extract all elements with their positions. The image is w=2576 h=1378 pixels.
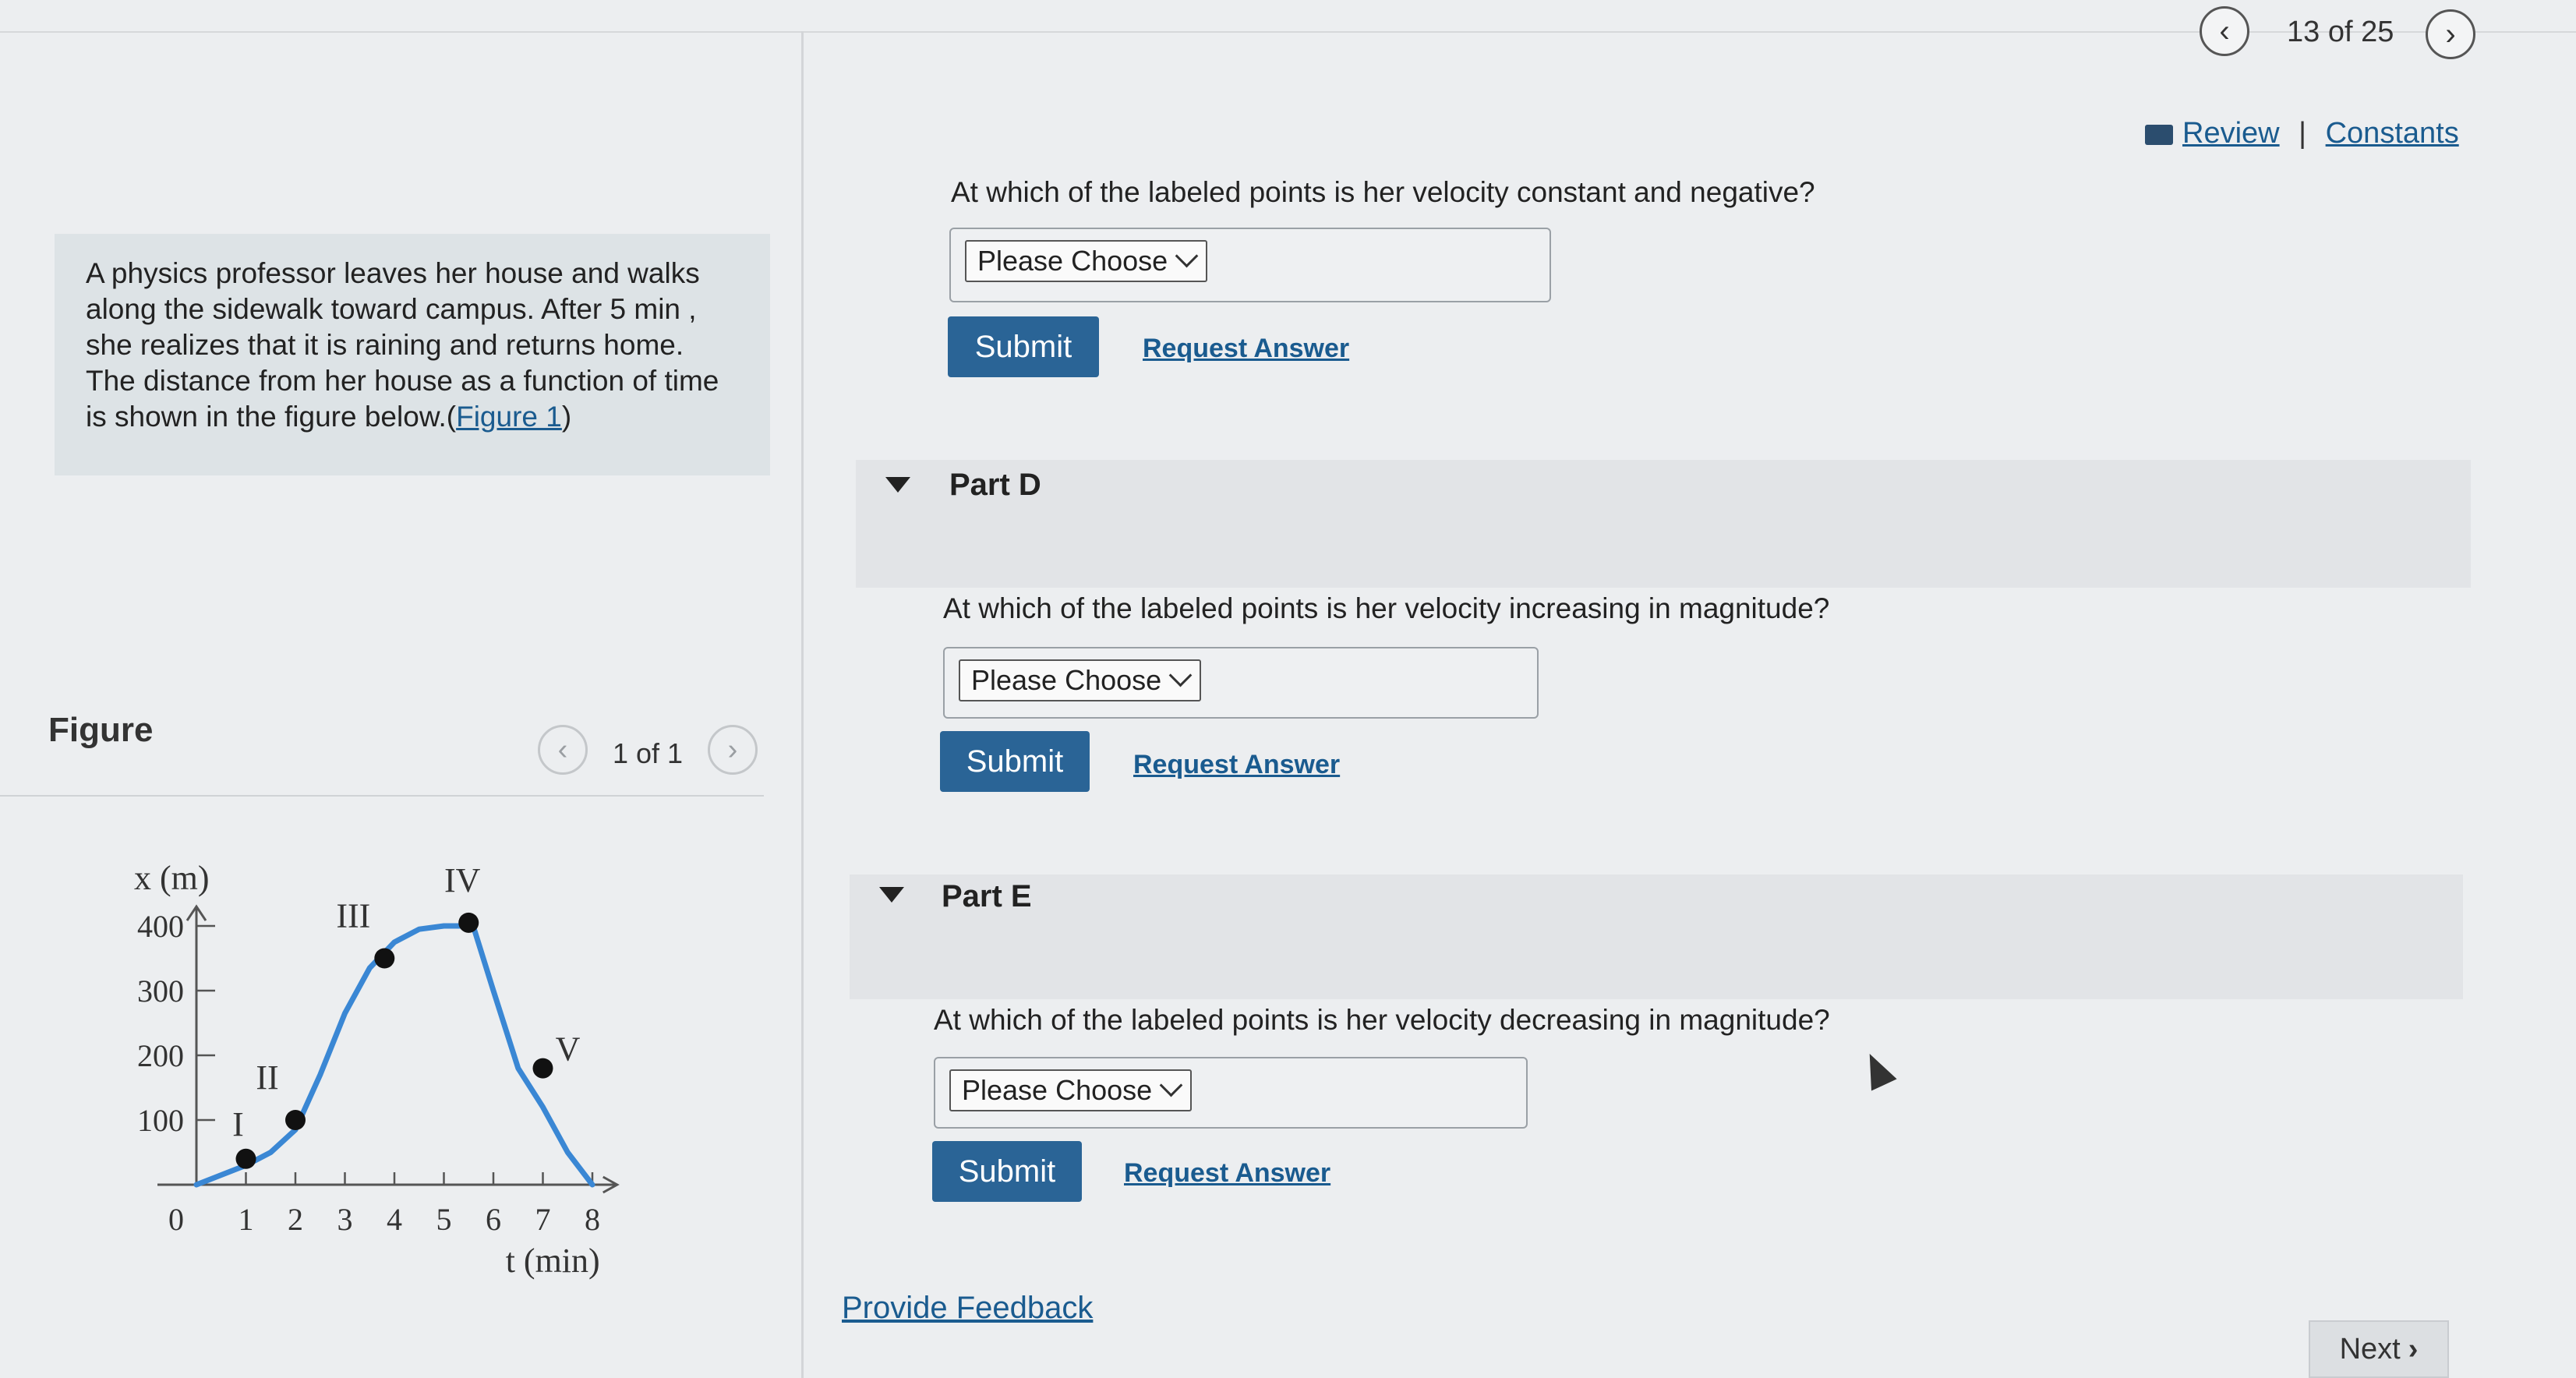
position-time-graph: 0 1 2 3 4 5 6 7 8100200300400x (m)t (min)IIIIIII… bbox=[134, 859, 620, 1280]
part-c-question: At which of the labeled points is her ve… bbox=[951, 176, 1815, 208]
part-c-submit-button[interactable]: Submit bbox=[948, 316, 1099, 377]
chevron-left-icon: ‹ bbox=[557, 733, 568, 766]
figure-link-open: ( bbox=[446, 401, 457, 433]
part-e-answer-box: Please Choose bbox=[934, 1057, 1528, 1129]
part-c-select-value: Please Choose bbox=[977, 245, 1168, 277]
chevron-right-icon: › bbox=[727, 733, 738, 766]
figure-link[interactable]: Figure 1 bbox=[456, 401, 562, 433]
figure-link-close: ) bbox=[561, 401, 572, 433]
part-d-request-answer[interactable]: Request Answer bbox=[1133, 750, 1340, 780]
next-label: Next bbox=[2339, 1332, 2401, 1366]
link-separator: | bbox=[2299, 117, 2307, 150]
data-point bbox=[458, 912, 479, 933]
chevron-down-icon bbox=[1175, 244, 1199, 268]
prev-item-button[interactable]: ‹ bbox=[2200, 6, 2249, 56]
figure-title: Figure bbox=[48, 711, 154, 749]
part-c-request-answer[interactable]: Request Answer bbox=[1143, 334, 1349, 364]
part-e-header[interactable] bbox=[850, 874, 2463, 999]
part-e-select[interactable]: Please Choose bbox=[949, 1069, 1193, 1111]
top-divider bbox=[0, 31, 2576, 33]
part-c-answer-box: Please Choose bbox=[949, 228, 1551, 302]
data-point bbox=[235, 1148, 256, 1169]
part-c-select[interactable]: Please Choose bbox=[965, 240, 1208, 282]
data-point bbox=[532, 1058, 553, 1079]
provide-feedback-link[interactable]: Provide Feedback bbox=[842, 1291, 1093, 1326]
y-tick-label: 200 bbox=[137, 1038, 184, 1073]
constants-link[interactable]: Constants bbox=[2326, 117, 2459, 150]
review-constants-links: Review | Constants bbox=[2145, 117, 2459, 150]
part-e-question: At which of the labeled points is her ve… bbox=[934, 1004, 1830, 1036]
chevron-down-icon bbox=[1168, 663, 1193, 687]
y-tick-label: 300 bbox=[137, 973, 184, 1009]
chevron-down-icon bbox=[1159, 1073, 1183, 1097]
figure-divider bbox=[0, 795, 764, 797]
part-e-request-answer[interactable]: Request Answer bbox=[1124, 1158, 1330, 1189]
mouse-cursor-icon bbox=[1857, 1048, 1897, 1091]
x-tick-label: 7 bbox=[535, 1202, 551, 1237]
figure-prev-button[interactable]: ‹ bbox=[538, 725, 588, 775]
y-tick-label: 400 bbox=[137, 909, 184, 944]
x-tick-label: 0 bbox=[168, 1202, 184, 1237]
x-tick-label: 4 bbox=[387, 1202, 402, 1237]
part-e-select-value: Please Choose bbox=[962, 1074, 1153, 1106]
x-tick-label: 3 bbox=[337, 1202, 353, 1237]
part-d-submit-button[interactable]: Submit bbox=[940, 731, 1090, 792]
part-d-answer-box: Please Choose bbox=[943, 647, 1539, 719]
chevron-right-icon: › bbox=[2445, 16, 2456, 51]
collapse-triangle-icon[interactable] bbox=[879, 887, 904, 903]
part-d-select[interactable]: Please Choose bbox=[959, 659, 1202, 701]
data-point-label: II bbox=[256, 1058, 278, 1097]
x-tick-label: 8 bbox=[585, 1202, 600, 1237]
pane-divider bbox=[801, 31, 804, 1378]
x-axis-label: t (min) bbox=[506, 1242, 600, 1280]
chevron-left-icon: ‹ bbox=[2219, 13, 2230, 48]
chevron-right-icon: › bbox=[2408, 1332, 2419, 1366]
y-tick-label: 100 bbox=[137, 1103, 184, 1138]
next-item-button[interactable]: › bbox=[2426, 9, 2475, 59]
data-point-label: III bbox=[336, 897, 370, 935]
y-axis-label: x (m) bbox=[134, 859, 210, 897]
data-point-label: V bbox=[556, 1030, 581, 1069]
x-tick-label: 2 bbox=[288, 1202, 303, 1237]
data-point-label: IV bbox=[444, 861, 481, 899]
x-tick-label: 1 bbox=[239, 1202, 254, 1237]
data-point-label: I bbox=[232, 1105, 244, 1143]
data-series-line bbox=[193, 923, 595, 1188]
part-d-header[interactable] bbox=[856, 460, 2471, 588]
part-e-title: Part E bbox=[942, 879, 1032, 913]
part-d-select-value: Please Choose bbox=[971, 664, 1162, 696]
data-point bbox=[285, 1110, 306, 1130]
book-icon bbox=[2145, 124, 2173, 145]
part-d-question: At which of the labeled points is her ve… bbox=[943, 592, 1830, 624]
figure-next-button[interactable]: › bbox=[708, 725, 758, 775]
item-counter: 13 of 25 bbox=[2287, 16, 2394, 48]
review-link[interactable]: Review bbox=[2182, 117, 2280, 150]
problem-statement: A physics professor leaves her house and… bbox=[55, 234, 770, 475]
figure-counter: 1 of 1 bbox=[613, 737, 684, 769]
next-button[interactable]: Next › bbox=[2309, 1320, 2449, 1378]
data-point bbox=[374, 948, 395, 969]
x-tick-label: 6 bbox=[486, 1202, 501, 1237]
part-d-title: Part D bbox=[949, 468, 1041, 502]
x-tick-label: 5 bbox=[436, 1202, 452, 1237]
collapse-triangle-icon[interactable] bbox=[885, 477, 910, 493]
part-e-submit-button[interactable]: Submit bbox=[932, 1141, 1082, 1202]
problem-text: A physics professor leaves her house and… bbox=[86, 257, 719, 433]
